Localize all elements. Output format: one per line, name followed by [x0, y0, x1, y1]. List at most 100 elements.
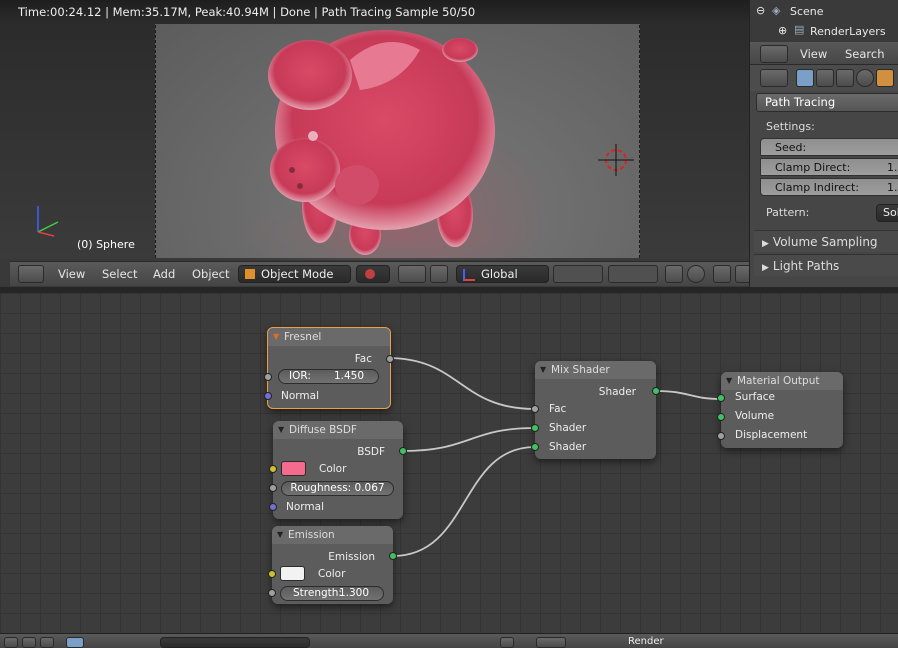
outliner-view-menu[interactable]: View: [800, 45, 827, 63]
lock-icon[interactable]: [665, 265, 683, 283]
collapse-arrow-icon[interactable]: ▼: [278, 421, 284, 439]
outliner-search-menu[interactable]: Search: [845, 45, 885, 63]
node-title: Emission: [288, 529, 335, 541]
editor-type-button[interactable]: [760, 45, 788, 63]
bsdf-output-label: BSDF: [357, 446, 385, 458]
layer-buttons-2[interactable]: [608, 265, 658, 283]
color-swatch[interactable]: [280, 566, 305, 581]
clamp-indirect-value: 1.0: [887, 181, 898, 194]
render-preview-icon[interactable]: [735, 265, 749, 283]
scene-tab-icon[interactable]: [836, 69, 854, 87]
pivot-point-button[interactable]: [398, 265, 426, 283]
integrator-dropdown[interactable]: Path Tracing: [756, 93, 898, 112]
snap-toggle-icon[interactable]: [500, 637, 514, 648]
add-menu[interactable]: Add: [153, 265, 175, 283]
object-tab-icon[interactable]: [876, 69, 894, 87]
clamp-direct-field[interactable]: Clamp Direct: 1.0: [760, 158, 898, 176]
clamp-direct-value: 1.0: [887, 161, 898, 174]
shader2-input-label: Shader: [549, 441, 587, 453]
ior-label: IOR:: [289, 370, 311, 382]
color-input-socket[interactable]: [268, 570, 276, 578]
snap-icon[interactable]: [713, 265, 731, 283]
node-header[interactable]: ▼ Material Output: [721, 372, 843, 390]
ior-field[interactable]: IOR: 1.450: [278, 369, 379, 384]
collapse-arrow-icon[interactable]: ▼: [277, 526, 283, 544]
normal-input-socket[interactable]: [264, 392, 272, 400]
shader2-input-socket[interactable]: [531, 443, 539, 451]
color-swatch[interactable]: [281, 461, 306, 476]
node-header[interactable]: ▼ Fresnel: [268, 328, 390, 346]
volume-input-socket[interactable]: [717, 413, 725, 421]
clamp-indirect-field[interactable]: Clamp Indirect: 1.0: [760, 178, 898, 196]
outliner: ⊖ ◈ Scene ⊕ ▤ RenderLayers: [750, 0, 898, 42]
diffuse-bsdf-node[interactable]: ▼ Diffuse BSDF BSDF Color Roughness: 0.06…: [269, 421, 407, 519]
volume-sampling-panel[interactable]: ▶ Volume Sampling: [754, 230, 898, 252]
roughness-input-socket[interactable]: [269, 484, 277, 492]
color-input-label: Color: [318, 568, 346, 580]
fresnel-node[interactable]: ▼ Fresnel Fac IOR: 1.450 Normal: [264, 327, 394, 409]
3d-viewport[interactable]: Time:00:24.12 | Mem:35.17M, Peak:40.94M …: [0, 0, 749, 287]
manipulator-toggle-icon[interactable]: [430, 265, 448, 283]
normal-input-label: Normal: [281, 390, 319, 402]
backdrop-toggle-icon[interactable]: [536, 637, 566, 648]
material-output-node[interactable]: ▼ Material Output Surface Volume Displace…: [717, 372, 843, 448]
node-header[interactable]: ▼ Diffuse BSDF: [273, 421, 403, 439]
outliner-scene[interactable]: Scene: [790, 5, 824, 18]
active-object-label: (0) Sphere: [77, 238, 135, 251]
mode-dropdown[interactable]: Object Mode: [238, 265, 351, 283]
outliner-render-layers[interactable]: RenderLayers: [810, 25, 886, 38]
displacement-input-socket[interactable]: [717, 432, 725, 440]
object-menu[interactable]: Object: [192, 265, 229, 283]
editor-type-button[interactable]: [760, 69, 788, 87]
render-button[interactable]: Render: [628, 636, 664, 647]
surface-input-socket[interactable]: [717, 394, 725, 402]
expand-icon[interactable]: ⊕: [778, 24, 787, 37]
shader1-input-socket[interactable]: [531, 424, 539, 432]
collapse-arrow-icon[interactable]: ▼: [273, 328, 279, 346]
strength-value: 1.300: [338, 587, 369, 599]
roughness-field[interactable]: Roughness: 0.067: [281, 481, 394, 496]
node-header[interactable]: ▼ Mix Shader: [535, 361, 656, 379]
layer-buttons-1[interactable]: [553, 265, 603, 283]
ior-input-socket[interactable]: [264, 373, 272, 381]
color-input-socket[interactable]: [269, 465, 277, 473]
render-tab-icon[interactable]: [796, 69, 814, 87]
view-menu[interactable]: View: [58, 265, 85, 283]
axis-icon: [463, 269, 475, 281]
editor-type-button[interactable]: [4, 637, 18, 648]
render-layers-tab-icon[interactable]: [816, 69, 834, 87]
collapse-arrow-icon[interactable]: ▼: [726, 372, 732, 390]
shading-dropdown[interactable]: [356, 265, 390, 283]
shader-output-socket[interactable]: [652, 387, 660, 395]
mix-shader-node[interactable]: ▼ Mix Shader Shader Fac Shader Shader: [531, 361, 660, 459]
scene-icon: ◈: [772, 4, 781, 17]
material-dropdown[interactable]: [160, 637, 310, 648]
view-toggle-icon[interactable]: [22, 637, 36, 648]
normal-input-socket[interactable]: [269, 503, 277, 511]
pattern-dropdown[interactable]: Sol: [876, 204, 898, 222]
node-links: [387, 357, 722, 557]
expand-arrow-icon: ▶: [762, 239, 769, 249]
collapse-icon[interactable]: ⊖: [756, 4, 765, 17]
fac-input-socket[interactable]: [531, 405, 539, 413]
node-title: Diffuse BSDF: [289, 424, 357, 436]
proportional-edit-icon[interactable]: [687, 265, 705, 283]
select-menu[interactable]: Select: [102, 265, 137, 283]
transform-orientation-dropdown[interactable]: Global: [456, 265, 549, 283]
strength-field[interactable]: Strength: 1.300: [280, 586, 384, 601]
seed-field[interactable]: Seed:: [760, 138, 898, 156]
viewport-header: View Select Add Object Object Mode Globa…: [10, 261, 749, 286]
editor-type-button[interactable]: [18, 265, 44, 283]
collapse-arrow-icon[interactable]: ▼: [540, 361, 546, 379]
shader-type-icon[interactable]: [66, 637, 84, 648]
node-header[interactable]: ▼ Emission: [272, 526, 393, 544]
emission-node[interactable]: ▼ Emission Emission Color Strength: 1.300: [268, 526, 397, 604]
emission-output-socket[interactable]: [389, 552, 397, 560]
grid-toggle-icon[interactable]: [40, 637, 54, 648]
light-paths-panel[interactable]: ▶ Light Paths: [754, 254, 898, 276]
world-tab-icon[interactable]: [856, 69, 874, 87]
fac-output-socket[interactable]: [386, 355, 394, 363]
strength-input-socket[interactable]: [268, 589, 276, 597]
node-editor[interactable]: ▼ Fresnel Fac IOR: 1.450 Normal ▼ Diffuse …: [0, 293, 898, 633]
bsdf-output-socket[interactable]: [399, 447, 407, 455]
